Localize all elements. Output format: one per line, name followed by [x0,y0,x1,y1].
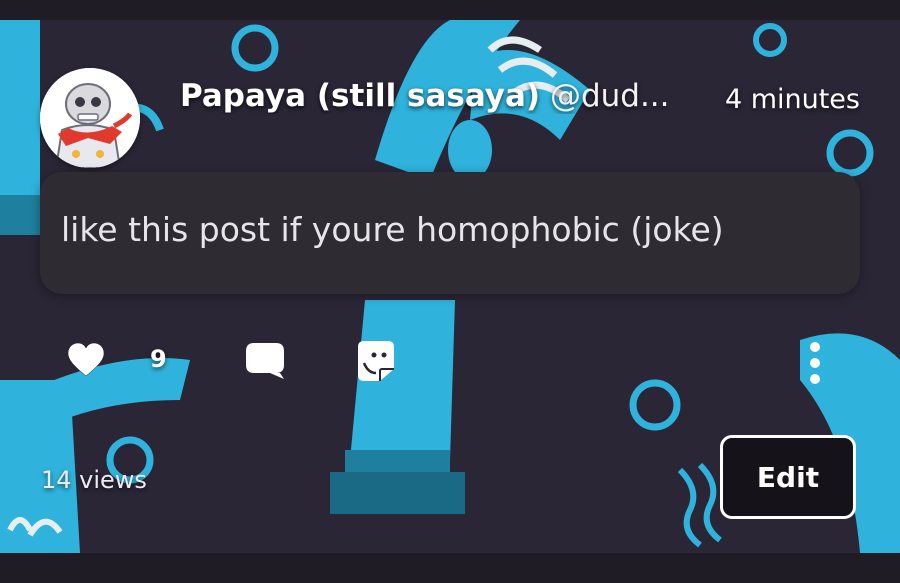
post-text-bubble: like this post if youre homophobic (joke… [40,172,860,294]
more-options-button[interactable] [798,336,832,390]
vertical-ellipsis-icon [810,342,820,384]
like-button[interactable] [62,338,110,382]
author-handle: @dud... [549,78,670,114]
author-name: Papaya (still sasaya) [180,78,541,114]
comment-button[interactable] [240,338,290,384]
like-count: 9 [150,345,167,373]
skeleton-avatar-icon [40,68,140,168]
sticker-button[interactable] [352,336,400,386]
author-avatar[interactable] [40,68,140,168]
speech-bubble-icon [246,343,284,379]
post-text: like this post if youre homophobic (joke… [61,210,724,249]
post-author[interactable]: Papaya (still sasaya) @dud... [180,78,690,114]
app-frame: Papaya (still sasaya) @dud... 4 minutes … [0,0,900,583]
post-card: Papaya (still sasaya) @dud... 4 minutes … [0,20,900,553]
sticker-icon [358,341,394,381]
view-count: 14 views [41,466,147,494]
post-timestamp: 4 minutes [724,84,860,115]
heart-icon [67,342,105,377]
edit-button[interactable]: Edit [720,435,856,519]
